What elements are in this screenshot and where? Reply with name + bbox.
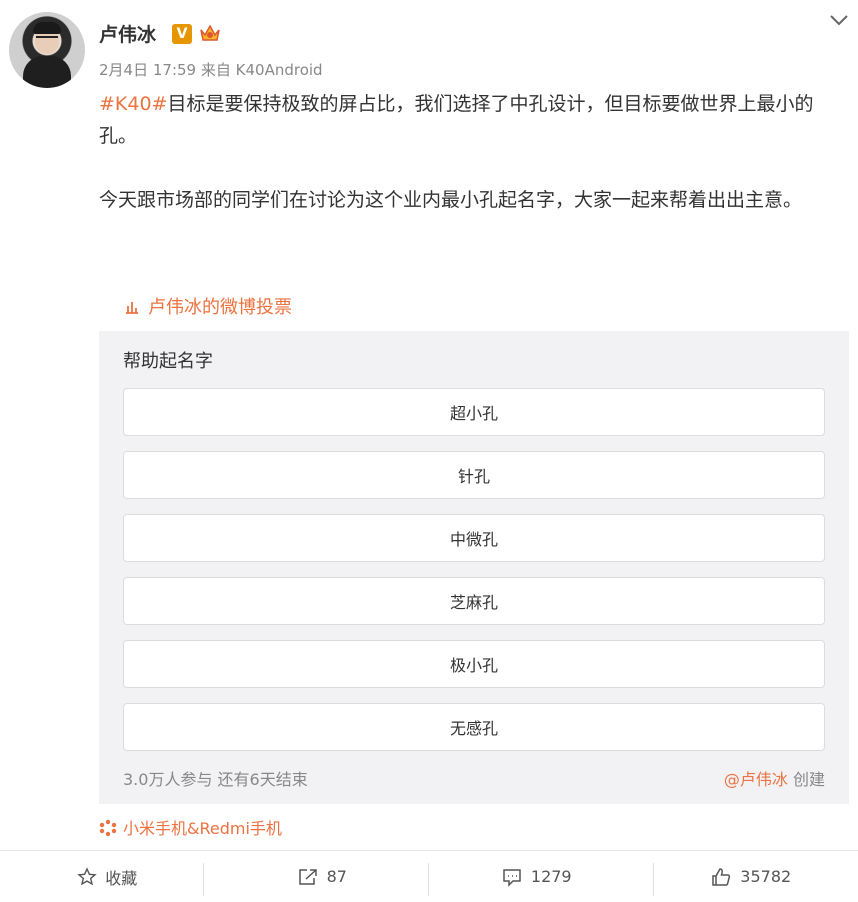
repost-count: 87	[326, 867, 347, 886]
post-date[interactable]: 2月4日 17:59	[99, 61, 196, 79]
like-icon	[712, 867, 731, 886]
repost-button[interactable]: 87	[215, 851, 430, 902]
poll-participation: 3.0万人参与 还有6天结束	[123, 770, 308, 789]
poll-creator-link[interactable]: @卢伟冰	[724, 770, 788, 789]
poll-option[interactable]: 针孔	[123, 451, 825, 499]
post-source: 来自 K40Android	[200, 61, 323, 79]
repost-icon	[298, 868, 317, 885]
avatar[interactable]	[9, 12, 85, 88]
avatar-glasses	[36, 36, 58, 41]
like-count: 35782	[740, 867, 792, 886]
poll-title: 帮助起名字	[123, 351, 213, 372]
poll-creator: @卢伟冰 创建	[724, 766, 825, 790]
avatar-body	[23, 56, 71, 88]
favorite-button[interactable]: 收藏	[0, 851, 215, 902]
member-crown-icon	[200, 24, 220, 41]
username[interactable]: 卢伟冰	[99, 20, 156, 47]
verified-badge-icon: V	[172, 24, 192, 44]
comment-count: 1279	[530, 867, 572, 886]
poll-option[interactable]: 极小孔	[123, 640, 825, 688]
poll-option[interactable]: 中微孔	[123, 514, 825, 562]
avatar-hair	[33, 22, 61, 34]
favorite-label: 收藏	[105, 868, 138, 888]
topic-link[interactable]: 小米手机&Redmi手机	[99, 815, 282, 839]
chevron-down-icon[interactable]	[826, 10, 852, 30]
topic-icon	[99, 819, 117, 837]
post-body: #K40#目标是要保持极致的屏占比，我们选择了中孔设计，但目标要做世界上最小的孔…	[99, 88, 844, 248]
comment-button[interactable]: 1279	[429, 851, 644, 902]
poll-option[interactable]: 芝麻孔	[123, 577, 825, 625]
poll-card: 帮助起名字 超小孔 针孔 中微孔 芝麻孔 极小孔 无感孔 3.0万人参与 还有6…	[99, 331, 849, 804]
action-separator	[428, 863, 429, 896]
action-separator	[203, 863, 204, 896]
vote-link-label: 卢伟冰的微博投票	[148, 297, 292, 318]
action-bar: 收藏 87 1279 35782	[0, 851, 858, 902]
comment-icon	[503, 868, 521, 887]
post-paragraph-1: #K40#目标是要保持极致的屏占比，我们选择了中孔设计，但目标要做世界上最小的孔…	[99, 88, 844, 152]
star-icon	[77, 866, 97, 885]
poll-option[interactable]: 无感孔	[123, 703, 825, 751]
poll-option[interactable]: 超小孔	[123, 388, 825, 436]
action-separator	[653, 863, 654, 896]
post-paragraph-2: 今天跟市场部的同学们在讨论为这个业内最小孔起名字，大家一起来帮着出出主意。	[99, 189, 803, 211]
post-text-1: 目标是要保持极致的屏占比，我们选择了中孔设计，但目标要做世界上最小的孔。	[99, 93, 814, 147]
topic-label: 小米手机&Redmi手机	[123, 819, 282, 838]
poll-created-label: 创建	[792, 770, 825, 789]
post-meta: 2月4日 17:59 来自 K40Android	[99, 59, 323, 80]
vote-icon	[126, 302, 138, 314]
vote-link[interactable]: 卢伟冰的微博投票	[124, 293, 292, 319]
like-button[interactable]: 35782	[644, 851, 858, 902]
hashtag-link[interactable]: #K40#	[99, 93, 167, 115]
